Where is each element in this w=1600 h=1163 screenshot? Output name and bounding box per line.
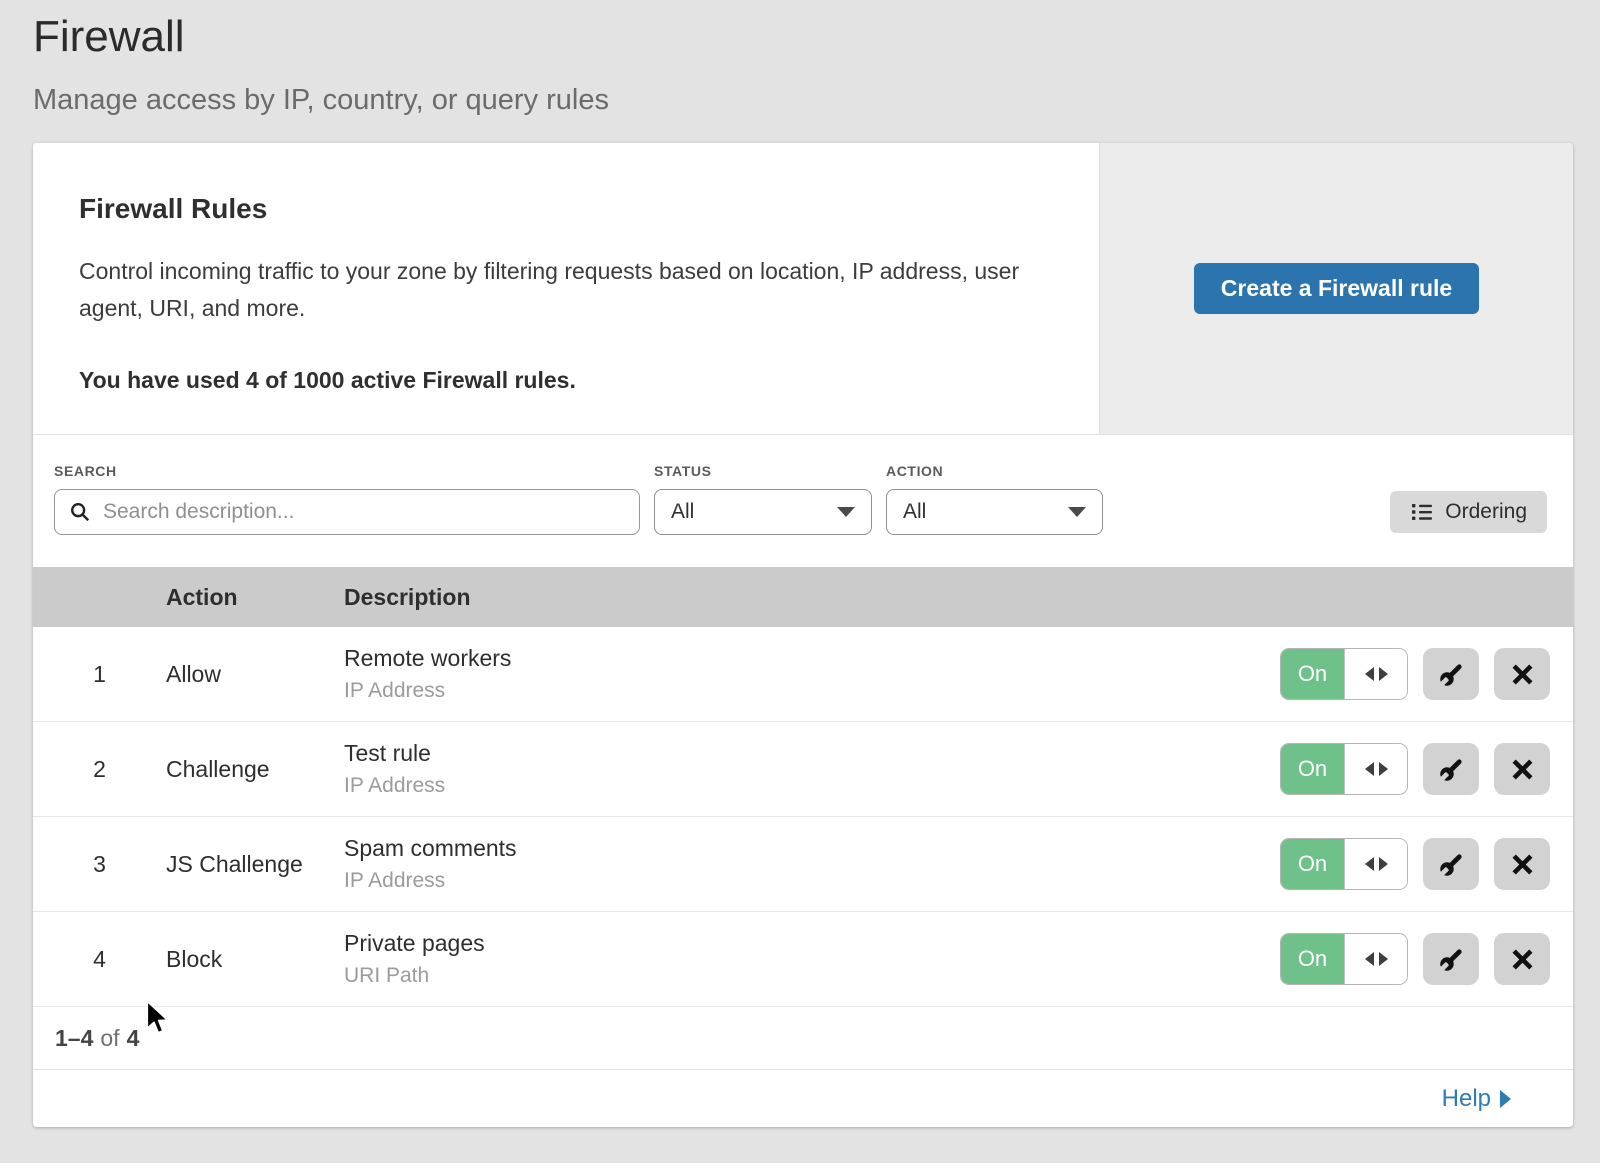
ordering-button-label: Ordering [1445,500,1527,524]
action-select-value: All [903,500,926,524]
table-row: 4 Block Private pages URI Path On [33,912,1573,1007]
delete-rule-button[interactable] [1494,838,1550,890]
rule-controls: On [1280,933,1550,985]
arrow-right-caret-icon [1500,1090,1511,1108]
mouse-cursor-arrow [146,1000,174,1036]
rule-action: Challenge [166,756,344,783]
table-row: 1 Allow Remote workers IP Address On [33,627,1573,722]
firewall-rules-card: Firewall Rules Control incoming traffic … [33,143,1573,1127]
left-right-arrows-icon [1344,839,1407,889]
chevron-down-caret-icon [1068,507,1086,517]
card-heading: Firewall Rules [79,193,1039,225]
header-action-column: Action [166,584,344,611]
edit-rule-button[interactable] [1423,838,1479,890]
pagination-summary: 1–4 of 4 [33,1007,1573,1070]
rule-match-field: IP Address [344,774,1280,798]
rule-priority: 3 [33,851,166,878]
toggle-on-label: On [1281,839,1344,889]
search-label: SEARCH [54,463,640,479]
table-row: 2 Challenge Test rule IP Address On [33,722,1573,817]
rule-description-cell: Remote workers IP Address [344,645,1280,703]
toggle-on-label: On [1281,744,1344,794]
rule-description-cell: Test rule IP Address [344,740,1280,798]
table-row: 3 JS Challenge Spam comments IP Address … [33,817,1573,912]
delete-rule-button[interactable] [1494,648,1550,700]
table-header: Action Description [33,567,1573,627]
ordering-button[interactable]: Ordering [1390,491,1547,533]
wrench-icon [1438,851,1465,878]
wrench-icon [1438,946,1465,973]
search-box [54,489,640,535]
status-label: STATUS [654,463,872,479]
action-filter-group: ACTION All [886,463,1103,535]
page-title: Firewall [33,12,1600,62]
status-filter-group: STATUS All [654,463,872,535]
close-x-icon [1510,852,1535,877]
card-action-panel: Create a Firewall rule [1099,143,1573,434]
action-select[interactable]: All [886,489,1103,535]
left-right-arrows-icon [1344,934,1407,984]
help-link-label: Help [1442,1085,1491,1113]
pagination-total: 4 [127,1025,140,1052]
header-description-column: Description [344,584,1573,611]
filter-bar: SEARCH STATUS All ACTION All [33,435,1573,567]
delete-rule-button[interactable] [1494,743,1550,795]
rule-enabled-toggle[interactable]: On [1280,743,1408,795]
pagination-of: of [93,1025,126,1052]
close-x-icon [1510,662,1535,687]
search-filter-group: SEARCH [54,463,640,535]
search-icon [69,501,91,523]
search-input[interactable] [101,499,625,525]
ordered-list-icon [1410,500,1434,524]
close-x-icon [1510,947,1535,972]
rule-controls: On [1280,648,1550,700]
rule-description-cell: Spam comments IP Address [344,835,1280,893]
page-subtitle: Manage access by IP, country, or query r… [33,84,1600,117]
create-firewall-rule-button[interactable]: Create a Firewall rule [1194,263,1479,314]
status-select[interactable]: All [654,489,872,535]
rule-action: JS Challenge [166,851,344,878]
rule-priority: 2 [33,756,166,783]
wrench-icon [1438,756,1465,783]
left-right-arrows-icon [1344,744,1407,794]
rule-description: Private pages [344,930,1280,957]
action-label: ACTION [886,463,1103,479]
toggle-on-label: On [1281,649,1344,699]
rule-enabled-toggle[interactable]: On [1280,933,1408,985]
toggle-on-label: On [1281,934,1344,984]
rule-description: Test rule [344,740,1280,767]
status-select-value: All [671,500,694,524]
rule-enabled-toggle[interactable]: On [1280,648,1408,700]
card-description: Control incoming traffic to your zone by… [79,253,1029,327]
help-row: Help [33,1070,1573,1127]
card-top-section: Firewall Rules Control incoming traffic … [33,143,1573,435]
rule-match-field: IP Address [344,869,1280,893]
rule-match-field: IP Address [344,679,1280,703]
rule-description-cell: Private pages URI Path [344,930,1280,988]
card-usage-count: You have used 4 of 1000 active Firewall … [79,367,1039,394]
rule-priority: 1 [33,661,166,688]
rule-match-field: URI Path [344,964,1280,988]
rule-action: Allow [166,661,344,688]
wrench-icon [1438,661,1465,688]
rule-controls: On [1280,838,1550,890]
rule-priority: 4 [33,946,166,973]
close-x-icon [1510,757,1535,782]
rule-action: Block [166,946,344,973]
edit-rule-button[interactable] [1423,648,1479,700]
card-intro: Firewall Rules Control incoming traffic … [33,143,1099,434]
rule-enabled-toggle[interactable]: On [1280,838,1408,890]
edit-rule-button[interactable] [1423,933,1479,985]
rule-controls: On [1280,743,1550,795]
edit-rule-button[interactable] [1423,743,1479,795]
delete-rule-button[interactable] [1494,933,1550,985]
rule-description: Spam comments [344,835,1280,862]
left-right-arrows-icon [1344,649,1407,699]
chevron-down-caret-icon [837,507,855,517]
rule-description: Remote workers [344,645,1280,672]
pagination-range: 1–4 [55,1025,93,1052]
help-link[interactable]: Help [1442,1085,1511,1113]
page-header: Firewall Manage access by IP, country, o… [0,0,1600,117]
